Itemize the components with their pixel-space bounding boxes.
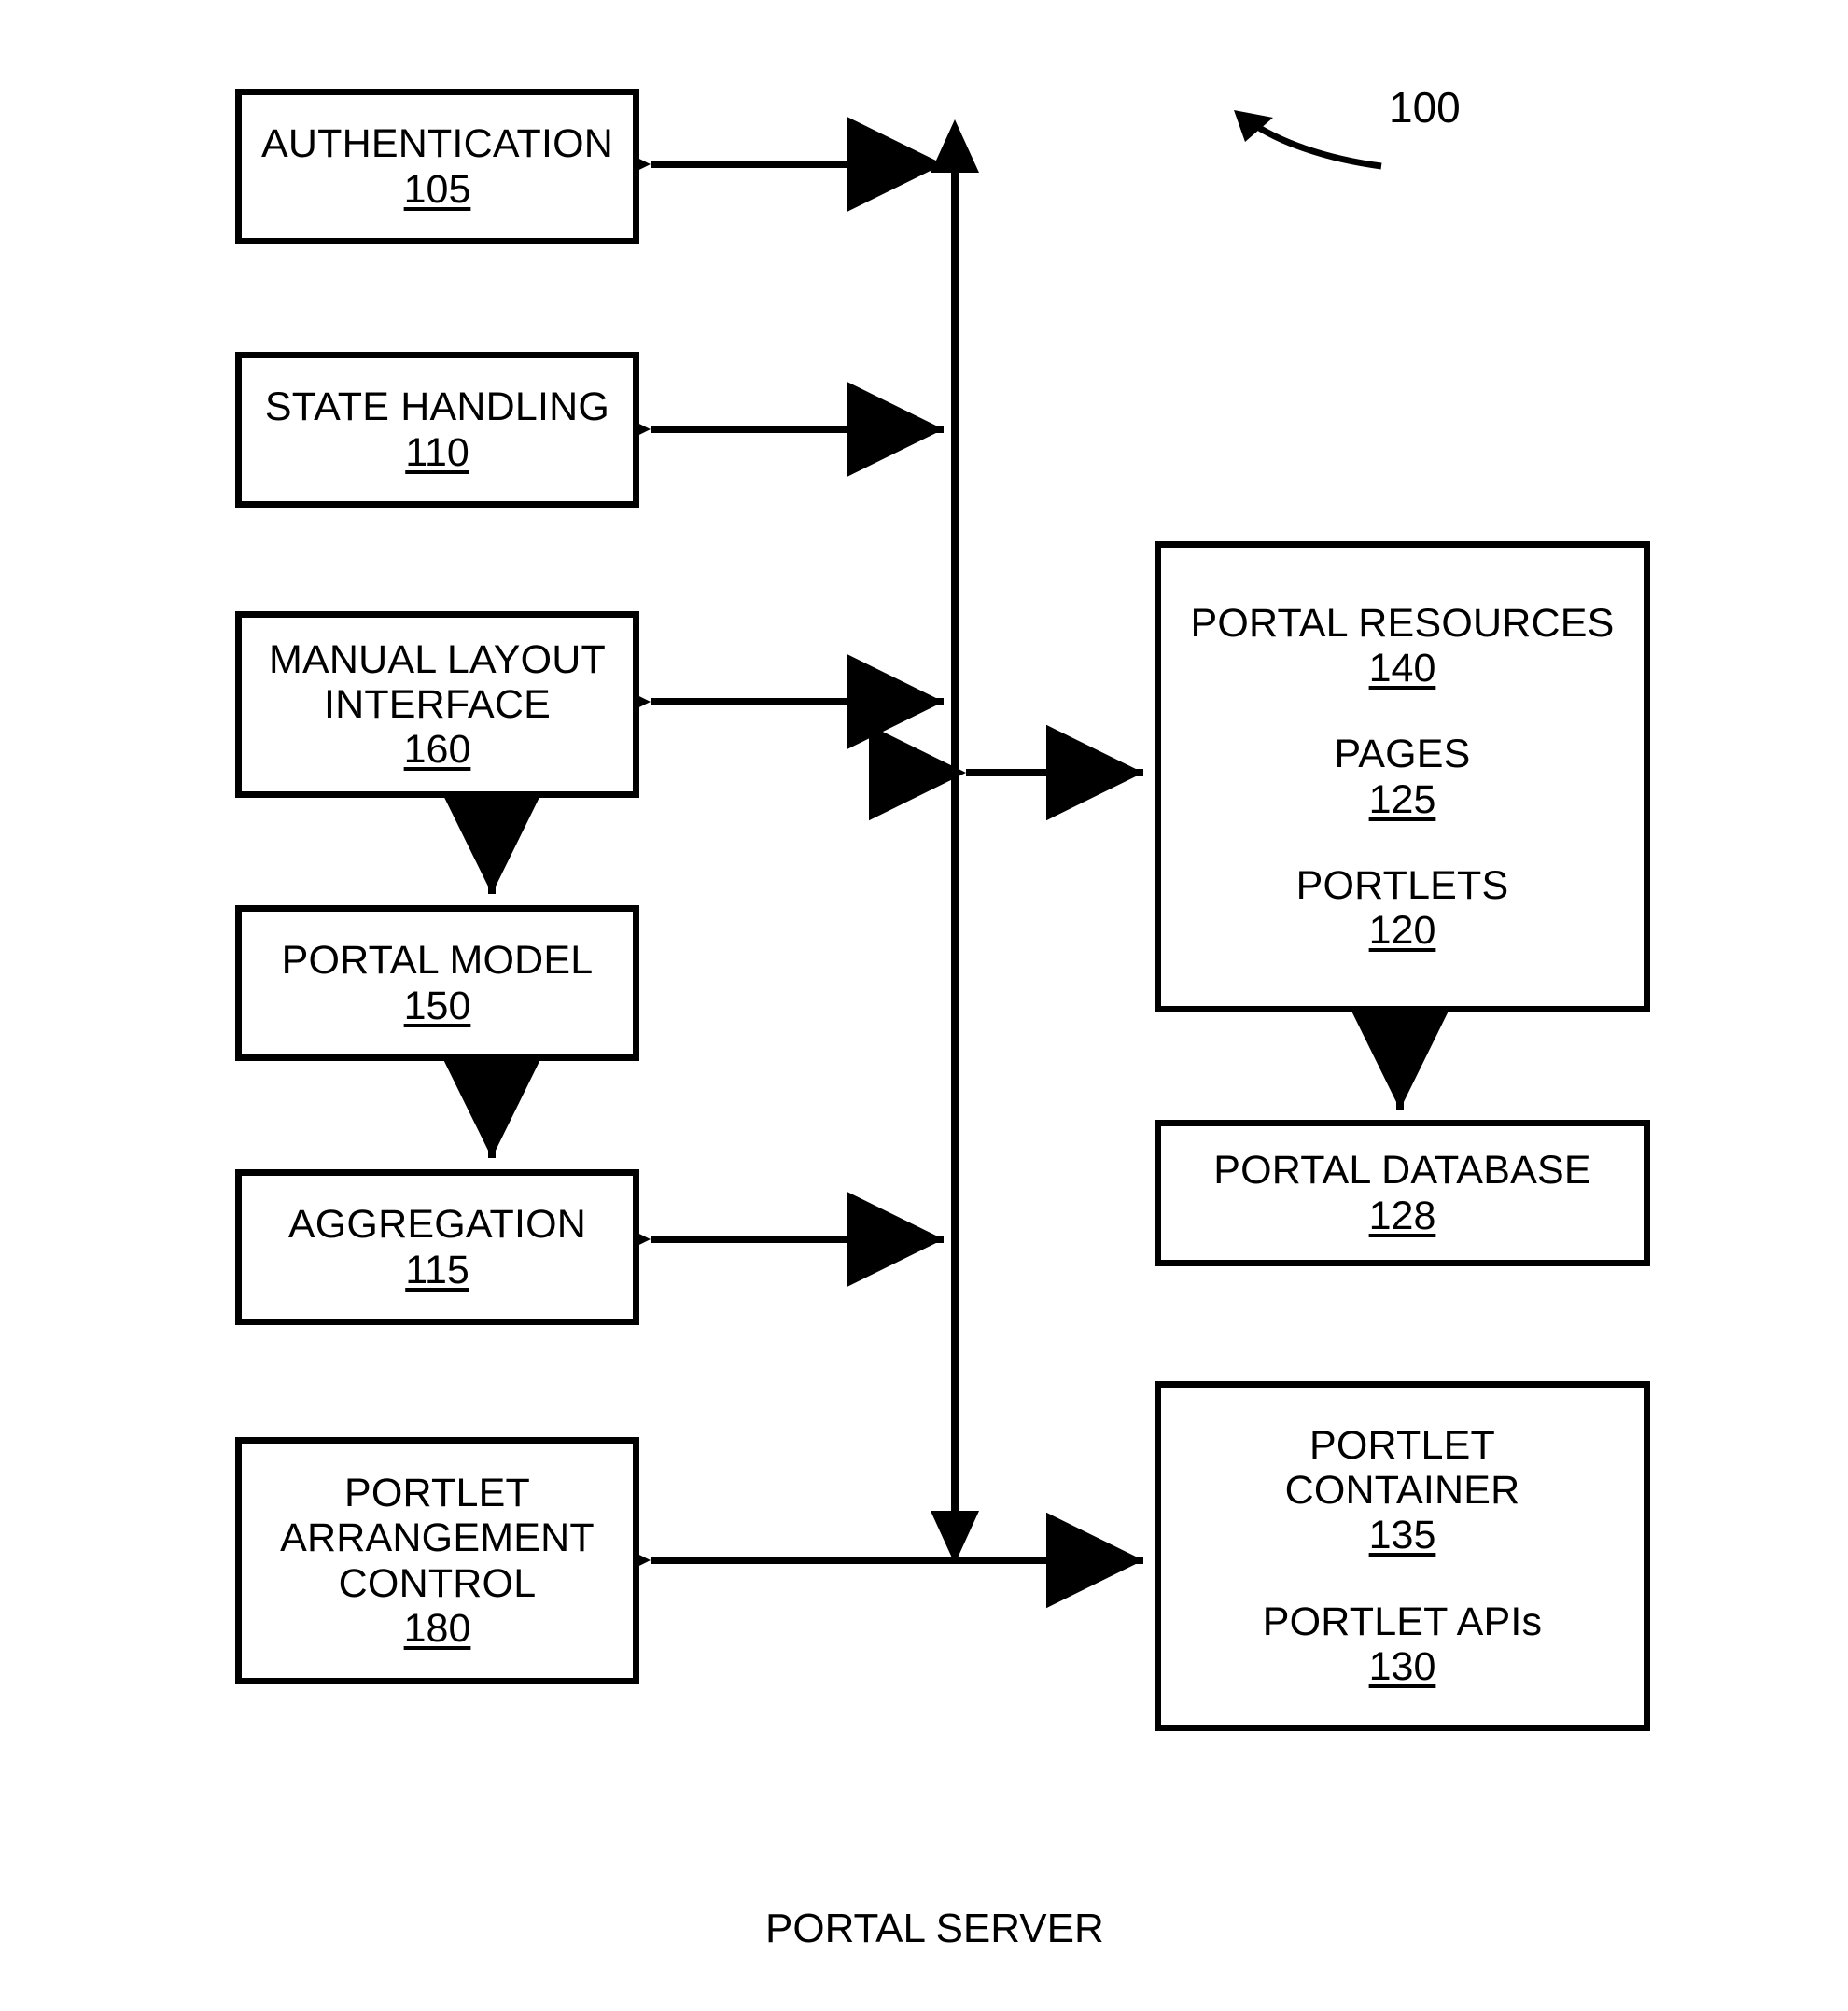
figure-number: 100 <box>1389 83 1461 132</box>
box-manual-layout-interface[interactable]: MANUAL LAYOUT INTERFACE 160 <box>235 611 639 798</box>
box-portal-resources-label: PORTAL RESOURCES <box>1190 601 1615 647</box>
box-portal-model[interactable]: PORTAL MODEL 150 <box>235 905 639 1061</box>
box-portlet-apis-label: PORTLET APIs <box>1262 1599 1543 1644</box>
box-portal-resources-ref: 140 <box>1368 646 1436 691</box>
box-state-handling-ref: 110 <box>405 429 469 475</box>
box-aggregation-ref: 115 <box>405 1247 469 1292</box>
portlet-container-group: PORTLET CONTAINER 135 <box>1285 1423 1520 1557</box>
box-portlet-container-label-line1: PORTLET <box>1309 1423 1495 1469</box>
box-portlet-arrangement-control-ref: 180 <box>403 1605 471 1651</box>
box-portlets-label: PORTLETS <box>1295 862 1509 908</box>
figure-lead-arrow <box>1234 110 1382 170</box>
box-portlets-ref: 120 <box>1368 907 1436 953</box>
box-portal-database-ref: 128 <box>1368 1193 1436 1238</box>
patent-figure-canvas: AUTHENTICATION 105 STATE HANDLING 110 MA… <box>0 0 1848 2011</box>
box-portlet-arrangement-control-label-line1: PORTLET <box>344 1471 530 1516</box>
box-authentication[interactable]: AUTHENTICATION 105 <box>235 89 639 244</box>
portlets-group: PORTLETS 120 <box>1296 863 1509 953</box>
portal-database-group: PORTAL DATABASE 128 <box>1213 1148 1590 1237</box>
box-aggregation-label: AGGREGATION <box>287 1202 587 1248</box>
box-pages-label: PAGES <box>1334 732 1471 777</box>
box-state-handling-label: STATE HANDLING <box>264 384 610 430</box>
box-portlet-arrangement-control-label-line3: CONTROL <box>338 1560 537 1606</box>
box-manual-layout-interface-label-line1: MANUAL LAYOUT <box>268 636 606 682</box>
figure-caption: PORTAL SERVER <box>765 1906 1104 1951</box>
portlet-apis-group: PORTLET APIs 130 <box>1263 1599 1543 1689</box>
box-authentication-label: AUTHENTICATION <box>260 121 614 167</box>
portal-resources-group: PORTAL RESOURCES 140 <box>1190 601 1614 691</box>
box-portlet-container[interactable]: PORTLET CONTAINER 135 PORTLET APIs 130 <box>1155 1381 1650 1731</box>
box-portlet-arrangement-control-label-line2: ARRANGEMENT <box>280 1515 595 1561</box>
box-manual-layout-interface-label-line2: INTERFACE <box>323 681 552 727</box>
box-portal-model-ref: 150 <box>403 983 471 1028</box>
box-portlet-apis-ref: 130 <box>1368 1643 1436 1689</box>
box-portlet-container-label-line2: CONTAINER <box>1284 1468 1520 1514</box>
box-aggregation[interactable]: AGGREGATION 115 <box>235 1169 639 1325</box>
box-manual-layout-interface-ref: 160 <box>403 727 471 773</box>
box-portal-database-label: PORTAL DATABASE <box>1213 1148 1591 1194</box>
box-portal-model-label: PORTAL MODEL <box>281 938 594 984</box>
box-portlet-arrangement-control[interactable]: PORTLET ARRANGEMENT CONTROL 180 <box>235 1437 639 1684</box>
box-portal-resources[interactable]: PORTAL RESOURCES 140 PAGES 125 PORTLETS … <box>1155 541 1650 1012</box>
vertical-bus <box>931 119 979 1564</box>
box-portlet-container-ref: 135 <box>1368 1513 1436 1558</box>
pages-group: PAGES 125 <box>1335 732 1471 821</box>
box-authentication-ref: 105 <box>403 166 471 212</box>
box-portal-database[interactable]: PORTAL DATABASE 128 <box>1155 1120 1650 1266</box>
box-pages-ref: 125 <box>1368 776 1436 822</box>
box-state-handling[interactable]: STATE HANDLING 110 <box>235 352 639 508</box>
